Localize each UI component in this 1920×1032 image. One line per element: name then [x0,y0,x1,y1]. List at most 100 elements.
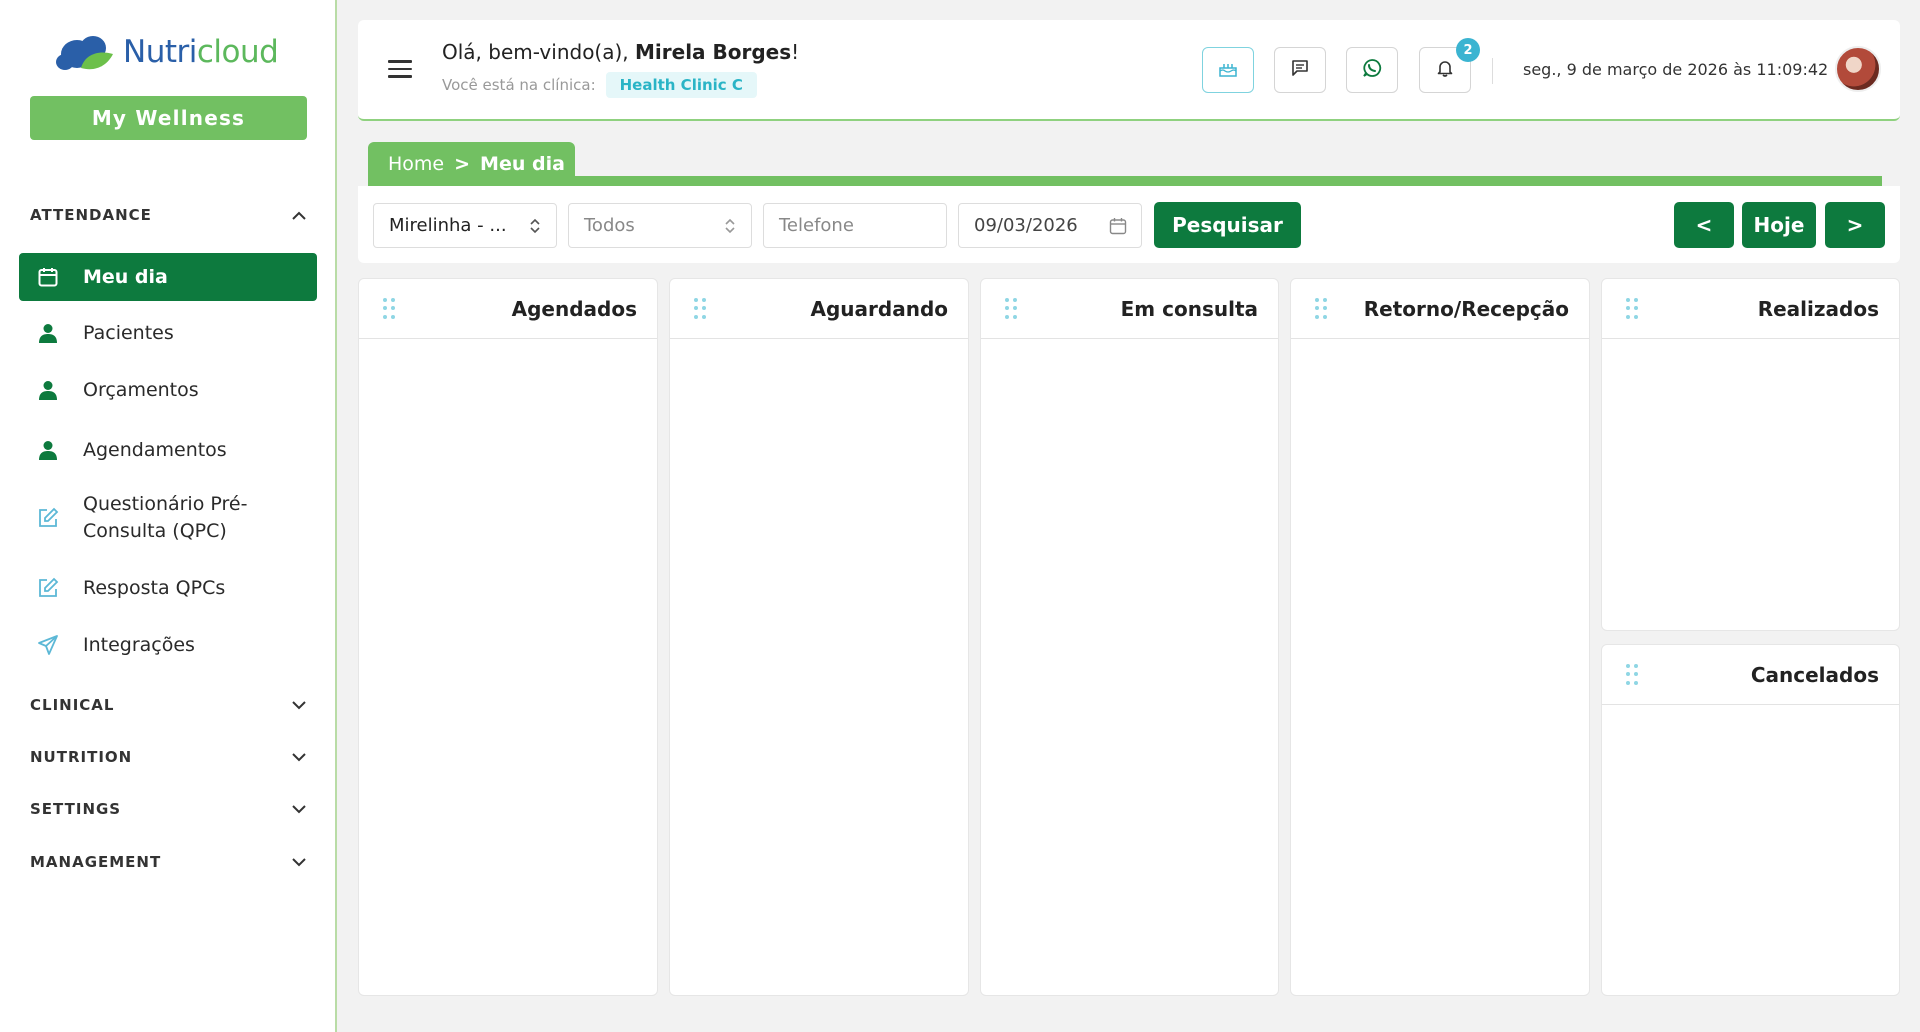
logo-text: Nutricloud [123,34,279,70]
sidebar-item-questionario[interactable]: Questionário Pré- Consulta (QPC) [19,490,317,546]
phone-input-placeholder: Telefone [779,215,854,236]
chevron-up-icon [291,207,307,223]
greeting-prefix: Olá, bem-vindo(a), [442,40,636,64]
column-header: Realizados [1602,279,1899,339]
send-icon [35,632,61,658]
top-header: Olá, bem-vindo(a), Mirela Borges! Você e… [358,20,1900,121]
sidebar-item-label: Integrações [83,634,195,656]
chevron-down-icon [291,801,307,817]
search-button[interactable]: Pesquisar [1154,202,1301,248]
professional-select[interactable]: Mirelinha - ... [373,203,557,248]
sidebar-item-meu-dia[interactable]: Meu dia [19,253,317,301]
chevron-down-icon [291,854,307,870]
column-header: Em consulta [981,279,1278,339]
column-retorno-recepcao: Retorno/Recepção [1290,278,1590,996]
select-arrows-icon [725,218,735,234]
date-input-value: 09/03/2026 [974,215,1078,236]
previous-day-button[interactable]: < [1674,202,1734,248]
header-divider [1492,58,1493,84]
sidebar-item-agendamentos[interactable]: Agendamentos [19,435,317,465]
column-cancelados: Cancelados [1601,644,1900,996]
label-line-2: Consulta (QPC) [83,520,227,542]
chevron-down-icon [291,749,307,765]
chat-icon [1291,59,1309,81]
edit-icon [35,505,61,531]
column-title: Cancelados [1750,662,1879,687]
section-label: CLINICAL [30,696,115,714]
user-icon [35,377,61,403]
section-nutrition[interactable]: NUTRITION [30,748,307,766]
birthday-button[interactable] [1202,47,1254,93]
user-icon [35,320,61,346]
status-select[interactable]: Todos [568,203,752,248]
my-wellness-button[interactable]: My Wellness [30,96,307,140]
column-header: Agendados [359,279,657,339]
column-header: Retorno/Recepção [1291,279,1589,339]
section-settings[interactable]: SETTINGS [30,800,307,818]
sidebar-item-label: Meu dia [83,266,168,288]
breadcrumb-bar [368,176,1882,186]
edit-icon [35,575,61,601]
drag-handle-icon[interactable] [1626,663,1638,686]
whatsapp-button[interactable] [1346,47,1398,93]
clinic-label: Você está na clínica: [442,76,596,94]
next-day-button[interactable]: > [1825,202,1885,248]
column-realizados: Realizados [1601,278,1900,631]
breadcrumb-separator: > [454,153,471,175]
current-datetime: seg., 9 de março de 2026 às 11:09:42 [1523,60,1829,79]
drag-handle-icon[interactable] [1315,297,1327,320]
column-title: Em consulta [1120,296,1258,321]
user-icon [35,437,61,463]
sidebar-item-label: Agendamentos [83,439,227,461]
clinic-badge[interactable]: Health Clinic C [605,72,757,98]
sidebar-item-integracoes[interactable]: Integrações [19,630,317,660]
logo[interactable]: Nutricloud [55,32,279,72]
sidebar: Nutricloud My Wellness ATTENDANCE Meu di… [0,0,337,1032]
sidebar-item-pacientes[interactable]: Pacientes [19,318,317,348]
calendar-icon[interactable] [1109,217,1127,235]
select-arrows-icon [530,218,540,234]
menu-toggle-icon[interactable] [388,60,412,78]
breadcrumb-home[interactable]: Home [388,153,444,175]
bell-icon [1437,59,1453,81]
column-title: Agendados [511,296,637,321]
column-title: Realizados [1757,296,1879,321]
sidebar-item-label: Questionário Pré- Consulta (QPC) [83,491,247,545]
user-name: Mirela Borges [635,40,792,64]
drag-handle-icon[interactable] [383,297,395,320]
cake-icon [1218,59,1238,81]
sidebar-item-resposta-qpcs[interactable]: Resposta QPCs [19,573,317,603]
user-avatar[interactable] [1835,46,1881,92]
greeting: Olá, bem-vindo(a), Mirela Borges! [442,40,799,64]
today-button[interactable]: Hoje [1742,202,1816,248]
column-title: Retorno/Recepção [1363,296,1569,321]
drag-handle-icon[interactable] [1626,297,1638,320]
date-input[interactable]: 09/03/2026 [958,203,1142,248]
section-label: MANAGEMENT [30,853,162,871]
calendar-icon [35,264,61,290]
notifications-button[interactable]: 2 [1419,38,1480,93]
drag-handle-icon[interactable] [694,297,706,320]
section-clinical[interactable]: CLINICAL [30,696,307,714]
breadcrumb-current: Meu dia [480,153,565,175]
whatsapp-icon [1362,58,1382,82]
column-em-consulta: Em consulta [980,278,1279,996]
cloud-logo-icon [56,36,113,70]
drag-handle-icon[interactable] [1005,297,1017,320]
messages-button[interactable] [1274,47,1326,93]
label-line-1: Questionário Pré- [83,493,248,515]
sidebar-item-orcamentos[interactable]: Orçamentos [19,375,317,405]
section-management[interactable]: MANAGEMENT [30,853,307,871]
clinic-row: Você está na clínica: Health Clinic C [442,72,757,98]
section-label: SETTINGS [30,800,122,818]
column-aguardando: Aguardando [669,278,969,996]
sidebar-item-label: Resposta QPCs [83,577,226,599]
column-agendados: Agendados [358,278,658,996]
section-label: ATTENDANCE [30,206,152,224]
notification-count-badge: 2 [1456,38,1480,62]
phone-input[interactable]: Telefone [763,203,947,248]
sidebar-item-label: Orçamentos [83,379,199,401]
filter-bar: Mirelinha - ... Todos Telefone 09/03/202… [358,186,1900,263]
section-attendance[interactable]: ATTENDANCE [30,206,307,224]
column-title: Aguardando [810,296,949,321]
